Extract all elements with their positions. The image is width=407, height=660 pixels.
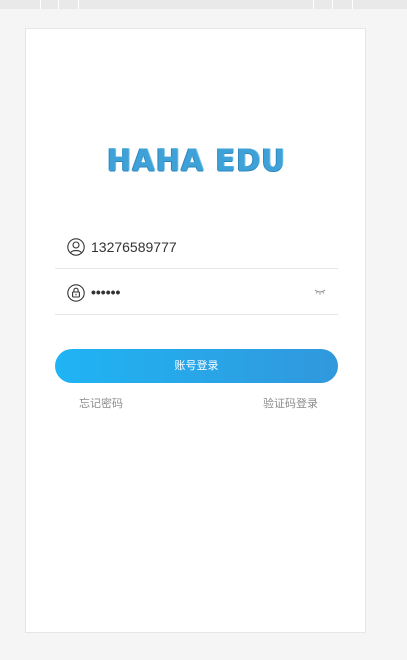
password-field[interactable]: •••••• [55,274,338,315]
user-circle-icon [67,238,85,256]
login-screen: HAHA EDU 13276589777 •••••• 账号登录 忘记密码 验证… [25,28,366,633]
login-button[interactable]: 账号登录 [55,349,338,383]
logo-text: HAHA EDU [107,142,286,178]
username-field[interactable]: 13276589777 [55,228,338,269]
toolbar-separator [58,0,59,9]
lock-icon [67,284,85,302]
app-logo: HAHA EDU [26,142,367,178]
password-input[interactable]: •••••• [91,283,120,301]
toolbar-separator [352,0,353,9]
username-input[interactable]: 13276589777 [91,238,177,256]
top-toolbar-strip [0,0,407,9]
forgot-password-link[interactable]: 忘记密码 [79,395,123,411]
toolbar-separator [40,0,41,9]
toolbar-separator [332,0,333,9]
toolbar-separator [78,0,79,9]
toolbar-separator [313,0,314,9]
eye-closed-icon[interactable] [314,288,326,296]
sms-login-link[interactable]: 验证码登录 [263,395,318,411]
